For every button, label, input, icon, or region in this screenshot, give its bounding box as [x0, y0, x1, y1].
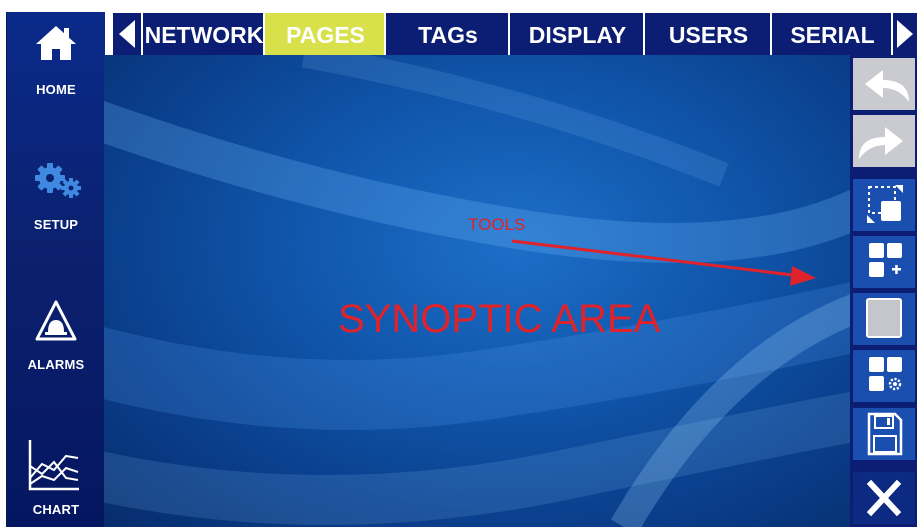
blank-page-button[interactable]: [853, 293, 915, 345]
widget-settings-icon: [869, 357, 902, 391]
tools-annotation: TOOLS: [468, 215, 526, 234]
tools-toolbar: [850, 55, 917, 527]
undo-icon: [865, 70, 909, 102]
tab-users[interactable]: USERS: [643, 13, 772, 55]
sidebar-item-label: ALARMS: [27, 357, 85, 372]
sidebar-item-label: CHART: [32, 502, 80, 517]
redo-icon: [859, 127, 903, 159]
add-widget-button[interactable]: [853, 236, 915, 288]
tab-pages[interactable]: PAGES: [263, 13, 386, 55]
save-button[interactable]: [853, 408, 915, 460]
tab-network[interactable]: NETWORK: [141, 13, 265, 55]
sidebar-item-home[interactable]: HOME: [7, 22, 105, 102]
redo-button[interactable]: [853, 115, 915, 167]
background-waves: [104, 55, 850, 527]
close-button[interactable]: [853, 472, 915, 524]
select-resize-icon: [867, 185, 903, 223]
triangle-right-icon: [897, 20, 913, 48]
tab-scroll-left[interactable]: [113, 13, 141, 55]
chart-icon: [28, 440, 79, 491]
hmi-screen: HOME SETUP ALARMS CHART NETWORK PAGES TA…: [0, 0, 917, 527]
sidebar-item-alarms[interactable]: ALARMS: [7, 297, 105, 387]
tab-scroll-right[interactable]: [891, 13, 917, 55]
sidebar-item-setup[interactable]: SETUP: [7, 162, 105, 242]
sidebar-item-label: SETUP: [33, 217, 79, 232]
sidebar-item-label: HOME: [36, 82, 76, 97]
undo-button[interactable]: [853, 58, 915, 110]
sidebar-item-chart[interactable]: CHART: [7, 436, 105, 526]
tab-tags[interactable]: TAGs: [384, 13, 510, 55]
sidebar: HOME SETUP ALARMS CHART: [6, 12, 105, 527]
save-icon: [867, 412, 903, 456]
gears-icon: [35, 163, 81, 198]
tab-display[interactable]: DISPLAY: [508, 13, 645, 55]
blank-page-icon: [866, 298, 902, 338]
tab-serial[interactable]: SERIAL: [770, 13, 893, 55]
alarm-icon: [35, 300, 77, 341]
synoptic-area-label: SYNOPTIC AREA: [338, 297, 661, 341]
close-icon: [866, 479, 902, 517]
select-resize-button[interactable]: [853, 179, 915, 231]
home-icon: [36, 26, 76, 60]
add-widget-icon: [869, 243, 902, 277]
triangle-left-icon: [119, 20, 135, 48]
tab-bar: NETWORK PAGES TAGs DISPLAY USERS SERIAL: [113, 13, 917, 55]
synoptic-area[interactable]: [104, 55, 850, 527]
widget-settings-button[interactable]: [853, 350, 915, 402]
